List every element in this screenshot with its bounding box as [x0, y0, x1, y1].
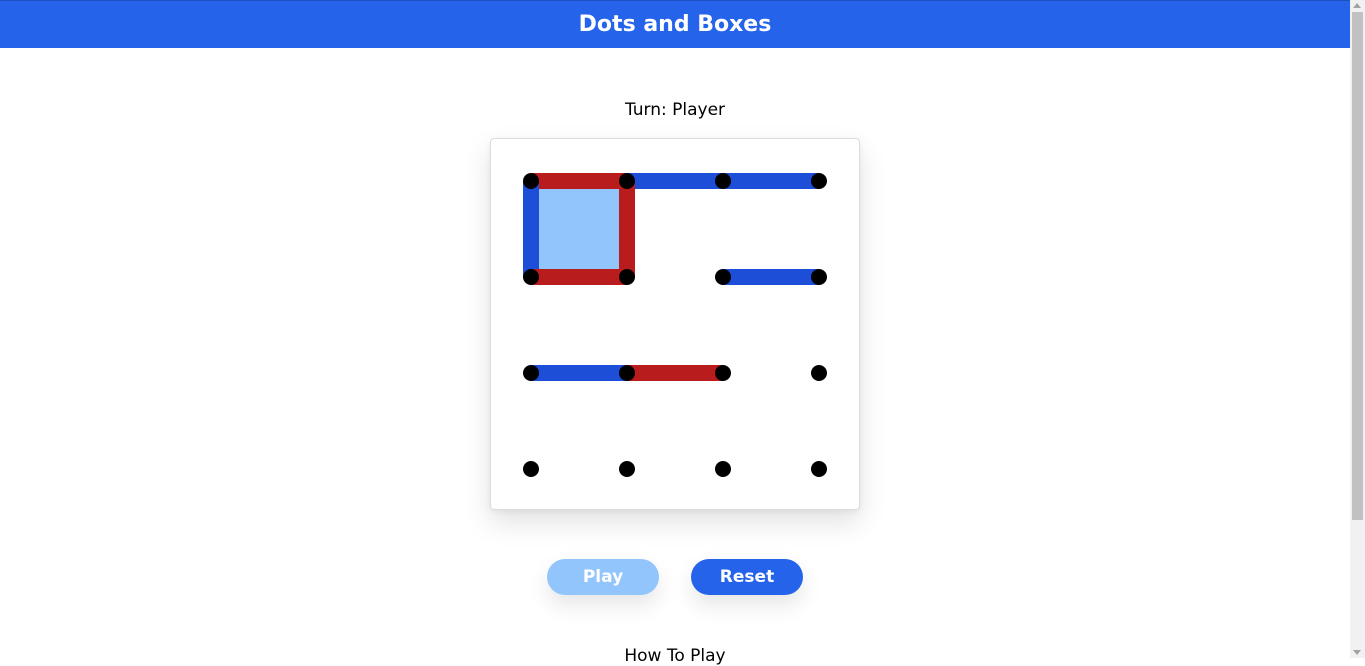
- grid-dot: [523, 461, 539, 477]
- grid-dot: [523, 365, 539, 381]
- horizontal-line[interactable]: [723, 269, 819, 285]
- horizontal-line[interactable]: [627, 173, 723, 189]
- app-header: Dots and Boxes: [0, 0, 1350, 48]
- horizontal-line[interactable]: [531, 269, 627, 285]
- horizontal-line[interactable]: [627, 365, 723, 381]
- grid-dot: [811, 173, 827, 189]
- grid-dot: [715, 173, 731, 189]
- horizontal-line[interactable]: [531, 173, 627, 189]
- grid-dot: [523, 269, 539, 285]
- turn-indicator: Turn: Player: [624, 100, 726, 120]
- play-button[interactable]: Play: [547, 559, 659, 595]
- grid-dot: [619, 461, 635, 477]
- vertical-scrollbar[interactable]: [1350, 0, 1365, 658]
- grid-dot: [619, 173, 635, 189]
- grid-dot: [715, 269, 731, 285]
- horizontal-line[interactable]: [531, 365, 627, 381]
- grid-dot: [811, 269, 827, 285]
- how-to-play-heading: How To Play: [624, 646, 726, 666]
- grid-dot: [811, 365, 827, 381]
- grid-dot: [523, 173, 539, 189]
- grid-dot: [715, 365, 731, 381]
- scroll-up-icon[interactable]: [1353, 3, 1361, 8]
- horizontal-line[interactable]: [723, 173, 819, 189]
- grid-dot: [811, 461, 827, 477]
- grid-dot: [619, 269, 635, 285]
- vertical-line[interactable]: [523, 181, 539, 277]
- claimed-box: [531, 181, 627, 277]
- grid-dot: [619, 365, 635, 381]
- game-board: [490, 138, 860, 510]
- reset-button[interactable]: Reset: [691, 559, 803, 595]
- scroll-down-icon[interactable]: [1353, 650, 1361, 655]
- grid-dot: [715, 461, 731, 477]
- app-title: Dots and Boxes: [578, 12, 772, 37]
- vertical-line[interactable]: [619, 181, 635, 277]
- scrollbar-thumb[interactable]: [1352, 12, 1363, 520]
- board-canvas: [523, 173, 827, 477]
